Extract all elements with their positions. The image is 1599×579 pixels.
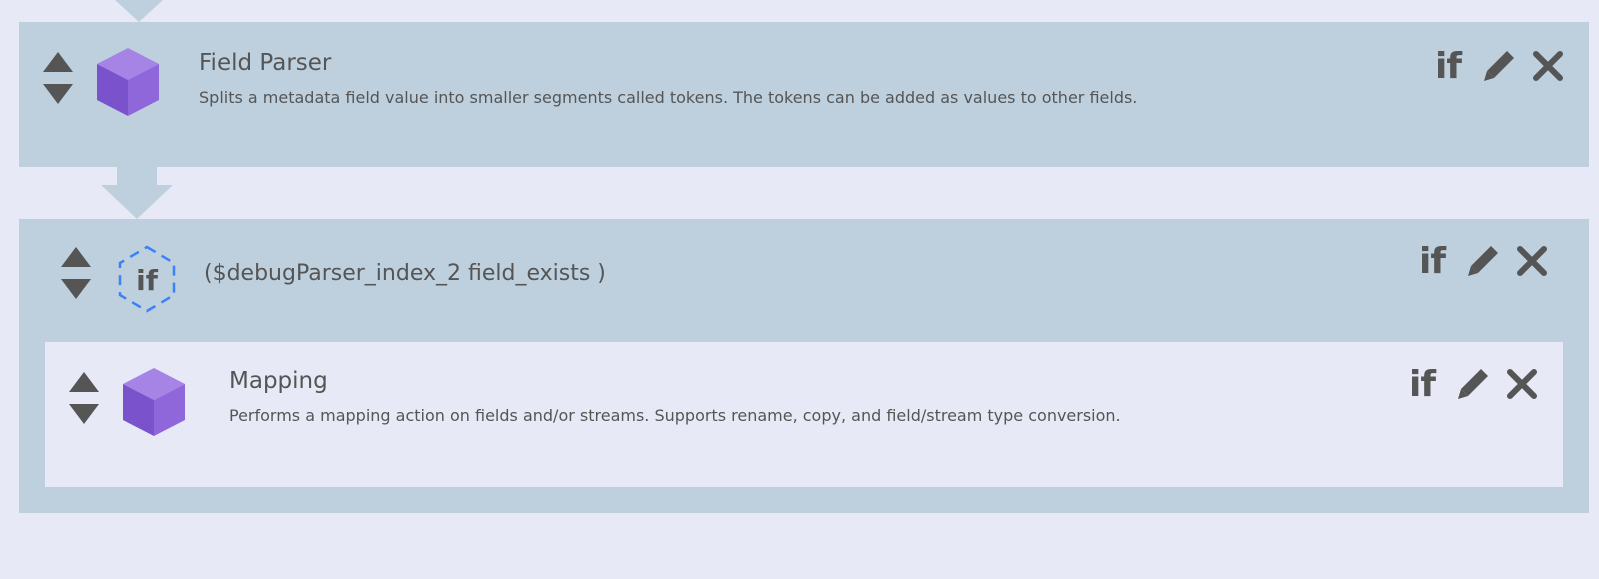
- reorder-handle[interactable]: [59, 243, 93, 305]
- condition-expression: ($debugParser_index_2 field_exists ): [204, 261, 606, 286]
- close-icon: [1533, 51, 1563, 81]
- step-description: Performs a mapping action on fields and/…: [229, 406, 1121, 425]
- step-title: Mapping: [229, 368, 328, 394]
- edit-button[interactable]: [1465, 243, 1501, 279]
- step-actions: if: [1405, 362, 1539, 406]
- step-mapping[interactable]: Mapping Performs a mapping action on fie…: [45, 342, 1563, 487]
- pencil-icon: [1458, 369, 1488, 399]
- pencil-icon: [1484, 51, 1514, 81]
- step-actions: if: [1415, 239, 1549, 283]
- add-condition-button[interactable]: if: [1415, 241, 1449, 282]
- delete-button[interactable]: [1505, 367, 1539, 401]
- step-actions: if: [1431, 44, 1565, 88]
- cube-icon: [121, 366, 187, 438]
- step-field-parser[interactable]: Field Parser Splits a metadata field val…: [19, 22, 1589, 167]
- if-condition-icon: if: [114, 244, 180, 314]
- pencil-icon: [1468, 246, 1498, 276]
- add-condition-button[interactable]: if: [1431, 46, 1465, 87]
- close-icon: [1517, 246, 1547, 276]
- delete-button[interactable]: [1531, 49, 1565, 83]
- step-title: Field Parser: [199, 50, 332, 76]
- cube-icon: [95, 46, 161, 118]
- flow-connector-arrow: [101, 167, 173, 223]
- add-condition-button[interactable]: if: [1405, 364, 1439, 405]
- edit-button[interactable]: [1481, 48, 1517, 84]
- close-icon: [1507, 369, 1537, 399]
- reorder-handle[interactable]: [67, 368, 101, 430]
- delete-button[interactable]: [1515, 244, 1549, 278]
- edit-button[interactable]: [1455, 366, 1491, 402]
- reorder-handle[interactable]: [41, 48, 75, 110]
- step-description: Splits a metadata field value into small…: [199, 88, 1138, 107]
- svg-text:if: if: [136, 264, 159, 297]
